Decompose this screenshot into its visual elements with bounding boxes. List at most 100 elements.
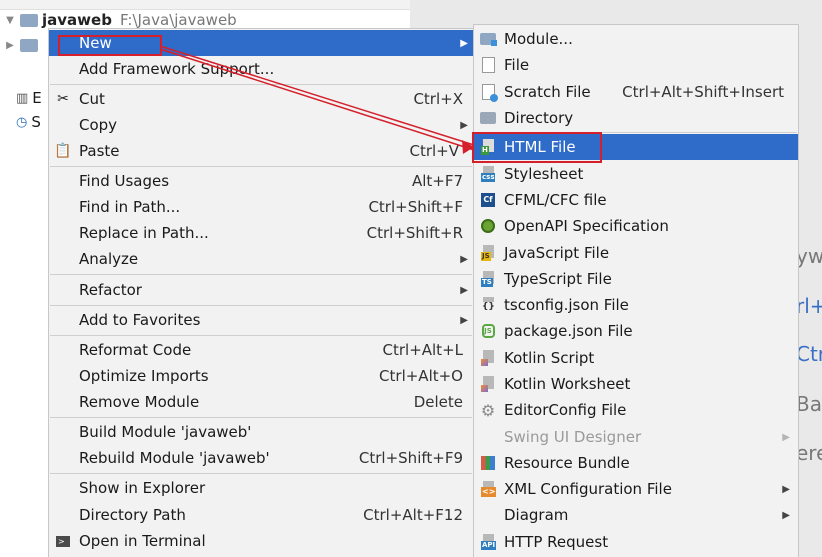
submenu-arrow-icon: ▶ <box>460 37 468 49</box>
tree-row-external-libraries[interactable]: ▥ E <box>16 86 42 110</box>
menu-item-paste[interactable]: 📋 Paste Ctrl+V <box>49 138 473 164</box>
typescript-file-icon: TS <box>479 270 497 288</box>
project-path: F:\Java\javaweb <box>119 11 237 29</box>
menu-separator <box>50 84 472 85</box>
menu-item-find-usages[interactable]: Find Usages Alt+F7 <box>49 168 473 194</box>
module-folder-icon <box>479 30 497 48</box>
menu-item-refactor[interactable]: Refactor ▶ <box>49 277 473 303</box>
tree-label-e: E <box>32 89 42 107</box>
submenu-item-stylesheet[interactable]: css Stylesheet <box>474 161 798 187</box>
menu-item-cut[interactable]: ✂ Cut Ctrl+X <box>49 86 473 112</box>
menu-item-label: Rebuild Module 'javaweb' <box>79 449 270 467</box>
menu-item-label: Scratch File <box>504 83 591 101</box>
menu-item-label: EditorConfig File <box>504 401 627 419</box>
menu-item-label: JavaScript File <box>504 244 610 262</box>
menu-item-build-module[interactable]: Build Module 'javaweb' <box>49 419 473 445</box>
project-name: javaweb <box>42 11 112 29</box>
menu-item-shortcut: Ctrl+Shift+R <box>366 224 463 242</box>
menu-item-label: Analyze <box>79 250 139 268</box>
menu-item-label: OpenAPI Specification <box>504 217 669 235</box>
menu-item-label: XML Configuration File <box>504 480 672 498</box>
menu-item-shortcut: Alt+F7 <box>411 172 463 190</box>
menu-item-remove-module[interactable]: Remove Module Delete <box>49 389 473 415</box>
submenu-arrow-icon: ▶ <box>782 509 790 521</box>
menu-item-label: CFML/CFC file <box>504 191 607 209</box>
submenu-arrow-icon: ▶ <box>460 253 468 265</box>
submenu-item-typescript-file[interactable]: TS TypeScript File <box>474 266 798 292</box>
tree-row-scratches[interactable]: ◷ S <box>16 110 41 134</box>
menu-item-shortcut: Ctrl+Alt+O <box>379 367 463 385</box>
submenu-arrow-icon: ▶ <box>460 314 468 326</box>
menu-item-shortcut: Ctrl+V <box>409 142 459 160</box>
menu-item-label: Directory <box>504 109 574 127</box>
menu-item-label: Copy <box>79 116 118 134</box>
submenu-item-xml-configuration-file[interactable]: <> XML Configuration File ▶ <box>474 476 798 502</box>
gear-icon: ⚙ <box>480 400 496 420</box>
menu-separator <box>50 274 472 275</box>
clipboard-icon: 📋 <box>54 143 72 159</box>
terminal-icon: > <box>54 532 72 550</box>
menu-item-label: Optimize Imports <box>79 367 209 385</box>
menu-item-analyze[interactable]: Analyze ▶ <box>49 246 473 272</box>
submenu-item-javascript-file[interactable]: JS JavaScript File <box>474 240 798 266</box>
submenu-item-module[interactable]: Module... <box>474 26 798 52</box>
menu-item-label: Paste <box>79 142 120 160</box>
menu-item-label: Diagram <box>504 506 569 524</box>
api-file-icon: API <box>479 533 497 551</box>
css-file-icon: css <box>479 165 497 183</box>
menu-separator <box>50 166 472 167</box>
tree-label-s: S <box>31 113 41 131</box>
menu-item-directory-path[interactable]: Directory Path Ctrl+Alt+F12 <box>49 502 473 528</box>
submenu-item-cfml-file[interactable]: Cf CFML/CFC file <box>474 187 798 213</box>
submenu-item-swing-ui-designer: Swing UI Designer ▶ <box>474 424 798 450</box>
submenu-item-file[interactable]: File <box>474 52 798 78</box>
submenu-item-tsconfig-file[interactable]: {} tsconfig.json File <box>474 292 798 318</box>
file-icon <box>479 56 497 74</box>
menu-item-rebuild-module[interactable]: Rebuild Module 'javaweb' Ctrl+Shift+F9 <box>49 445 473 471</box>
openapi-icon <box>479 217 497 235</box>
submenu-item-http-request[interactable]: API HTTP Request <box>474 529 798 555</box>
menu-item-label: Replace in Path... <box>79 224 209 242</box>
menu-item-optimize-imports[interactable]: Optimize Imports Ctrl+Alt+O <box>49 363 473 389</box>
menu-item-add-to-favorites[interactable]: Add to Favorites ▶ <box>49 307 473 333</box>
submenu-item-resource-bundle[interactable]: Resource Bundle <box>474 450 798 476</box>
menu-item-label: File <box>504 56 530 74</box>
submenu-arrow-icon: ▶ <box>460 284 468 296</box>
menu-item-label: Stylesheet <box>504 165 584 183</box>
annotation-box-new <box>58 35 162 56</box>
menu-item-label: Show in Explorer <box>79 479 206 497</box>
submenu-item-editorconfig[interactable]: ⚙ EditorConfig File <box>474 397 798 423</box>
submenu-item-kotlin-script[interactable]: Kotlin Script <box>474 345 798 371</box>
submenu-item-package-json[interactable]: JS package.json File <box>474 318 798 344</box>
resource-bundle-icon <box>479 454 497 472</box>
menu-item-open-in-terminal[interactable]: > Open in Terminal <box>49 528 473 554</box>
kotlin-worksheet-icon <box>479 375 497 393</box>
menu-item-label: package.json File <box>504 322 633 340</box>
menu-separator <box>50 305 472 306</box>
bg-text-fragment: ere <box>796 441 822 465</box>
submenu-item-kotlin-worksheet[interactable]: Kotlin Worksheet <box>474 371 798 397</box>
submenu-item-openapi[interactable]: OpenAPI Specification <box>474 213 798 239</box>
menu-item-add-framework-support[interactable]: Add Framework Support... <box>49 56 473 82</box>
submenu-item-scratch-file[interactable]: Scratch File Ctrl+Alt+Shift+Insert <box>474 79 798 105</box>
menu-item-label: Find in Path... <box>79 198 181 216</box>
menu-item-copy[interactable]: Copy ▶ <box>49 112 473 138</box>
bg-text-fragment: Ctr <box>796 342 822 366</box>
collapse-arrow-icon[interactable]: ▶ <box>0 40 20 51</box>
menu-item-label: Refactor <box>79 281 142 299</box>
menu-item-show-in-explorer[interactable]: Show in Explorer <box>49 475 473 501</box>
menu-item-label: Directory Path <box>79 506 186 524</box>
menu-separator <box>50 335 472 336</box>
submenu-arrow-icon: ▶ <box>782 483 790 495</box>
folder-icon <box>479 109 497 127</box>
menu-item-replace-in-path[interactable]: Replace in Path... Ctrl+Shift+R <box>49 220 473 246</box>
menu-item-reformat-code[interactable]: Reformat Code Ctrl+Alt+L <box>49 337 473 363</box>
menu-item-label: Find Usages <box>79 172 170 190</box>
scratches-icon: ◷ <box>16 114 28 130</box>
tree-row-child[interactable]: ▶ <box>0 33 42 57</box>
menu-item-label: Kotlin Script <box>504 349 595 367</box>
submenu-item-diagram[interactable]: Diagram ▶ <box>474 502 798 528</box>
submenu-item-directory[interactable]: Directory <box>474 105 798 131</box>
menu-item-find-in-path[interactable]: Find in Path... Ctrl+Shift+F <box>49 194 473 220</box>
expand-arrow-icon[interactable]: ▼ <box>0 15 20 26</box>
